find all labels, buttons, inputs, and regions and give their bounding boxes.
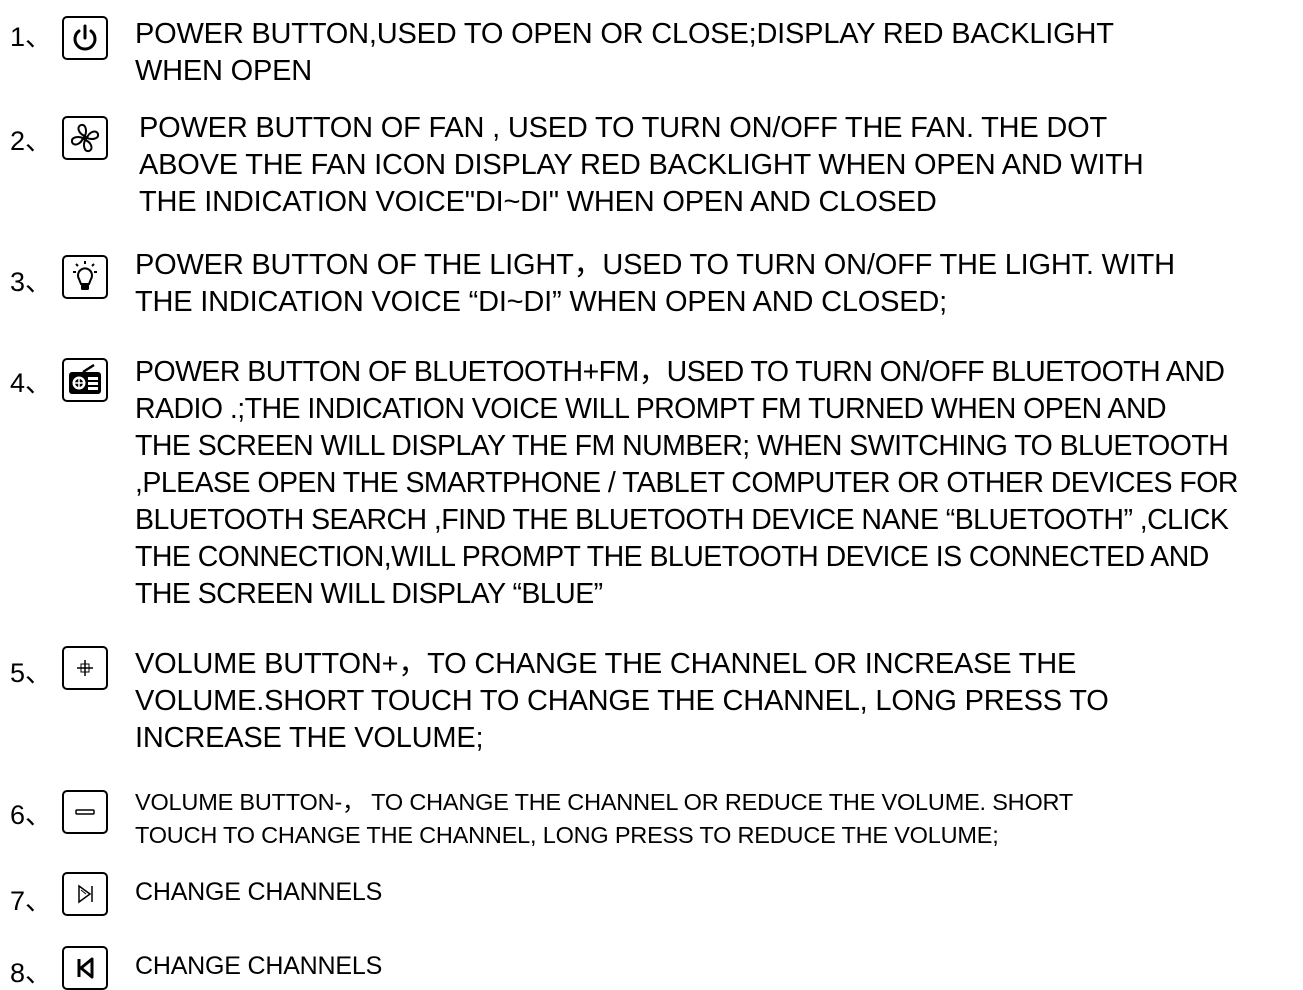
item-description: POWER BUTTON,USED TO OPEN OR CLOSE;DISPL… xyxy=(135,18,1114,87)
power-icon xyxy=(62,16,108,60)
item-description: POWER BUTTON OF BLUETOOTH+FM，USED TO TUR… xyxy=(135,356,1238,610)
item-number: 5、 xyxy=(10,658,53,688)
item-number: 1、 xyxy=(10,22,53,52)
previous-channel-icon xyxy=(62,946,108,990)
light-bulb-icon xyxy=(62,255,108,299)
item-number: 4、 xyxy=(10,368,53,398)
item-description: POWER BUTTON OF FAN , USED TO TURN ON/OF… xyxy=(139,112,1144,218)
minus-icon xyxy=(62,790,108,834)
item-number: 6、 xyxy=(10,800,53,830)
item-number: 7、 xyxy=(10,886,53,916)
item-description: VOLUME BUTTON-， TO CHANGE THE CHANNEL OR… xyxy=(135,789,1074,848)
item-description: CHANGE CHANNELS xyxy=(135,952,383,980)
item-description: VOLUME BUTTON+，TO CHANGE THE CHANNEL OR … xyxy=(135,648,1109,754)
fan-icon xyxy=(62,116,108,160)
next-channel-icon xyxy=(62,872,108,916)
item-description: POWER BUTTON OF THE LIGHT，USED TO TURN O… xyxy=(135,249,1175,318)
plus-icon xyxy=(62,646,108,690)
item-description: CHANGE CHANNELS xyxy=(135,878,383,906)
item-number: 2、 xyxy=(10,126,53,156)
item-number: 3、 xyxy=(10,267,53,297)
radio-icon xyxy=(62,358,108,402)
item-number: 8、 xyxy=(10,958,53,988)
